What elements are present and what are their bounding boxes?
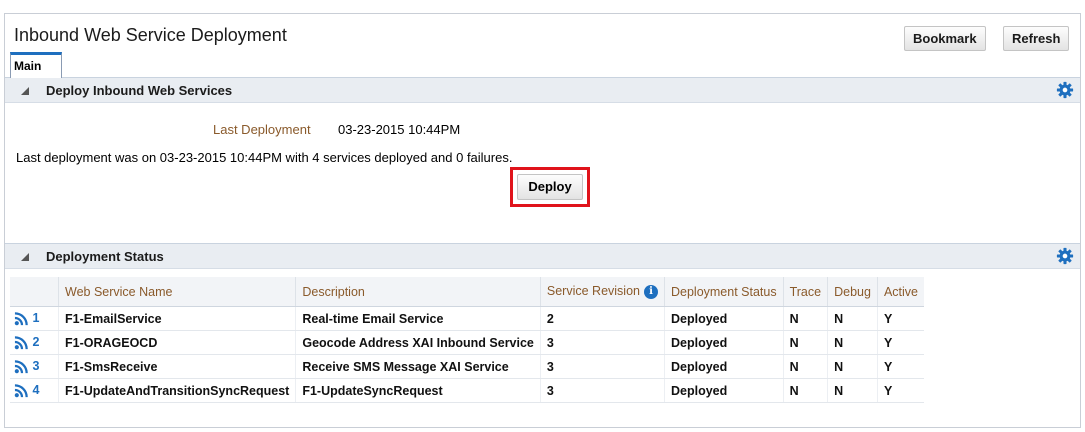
service-revision-cell: 3 — [539, 378, 665, 403]
deployment-status-cell: Deployed — [663, 330, 784, 355]
deployment-message: Last deployment was on 03-23-2015 10:44P… — [16, 150, 513, 165]
row-number: 3 — [32, 358, 40, 373]
web-service-name-cell: F1-ORAGEOCD — [57, 330, 296, 355]
description-cell: Geocode Address XAI Inbound Service — [295, 330, 541, 355]
gear-icon[interactable] — [1056, 81, 1074, 99]
debug-cell: N — [827, 330, 878, 355]
debug-cell: N — [827, 354, 878, 379]
deploy-highlight-box: Deploy — [510, 167, 590, 207]
column-header-debug[interactable]: Debug — [827, 277, 878, 307]
rss-feed-icon[interactable] — [14, 383, 29, 398]
last-deployment-label: Last Deployment — [213, 122, 311, 137]
tab-main[interactable]: Main — [10, 52, 62, 78]
gear-icon[interactable] — [1056, 247, 1074, 265]
web-service-name-cell: F1-UpdateAndTransitionSyncRequest — [57, 378, 296, 403]
row-number-cell[interactable]: 1 — [10, 306, 59, 331]
info-icon[interactable]: i — [643, 284, 658, 299]
table-row[interactable]: 1 F1-EmailService Real-time Email Servic… — [10, 306, 924, 331]
trace-cell: N — [782, 306, 828, 331]
column-header-active[interactable]: Active — [876, 277, 924, 307]
trace-cell: N — [782, 378, 828, 403]
collapse-triangle-icon[interactable] — [21, 253, 29, 261]
web-service-name-cell: F1-EmailService — [57, 306, 296, 331]
column-header-service-revision[interactable]: Service Revision i — [539, 277, 665, 307]
table-row[interactable]: 2 F1-ORAGEOCD Geocode Address XAI Inboun… — [10, 330, 924, 355]
deploy-section-title: Deploy Inbound Web Services — [46, 83, 233, 98]
service-revision-cell: 3 — [539, 354, 665, 379]
table-row[interactable]: 3 F1-SmsReceive Receive SMS Message XAI … — [10, 354, 924, 379]
table-row[interactable]: 4 F1-UpdateAndTransitionSyncRequest F1-U… — [10, 378, 924, 403]
active-cell: Y — [876, 306, 924, 331]
column-header-description[interactable]: Description — [295, 277, 541, 307]
column-header-web-service-name[interactable]: Web Service Name — [57, 277, 296, 307]
service-revision-label: Service Revision — [546, 284, 640, 299]
row-number: 4 — [32, 382, 40, 397]
deploy-section-header[interactable]: Deploy Inbound Web Services — [5, 77, 1080, 103]
deploy-button[interactable]: Deploy — [517, 174, 583, 200]
trace-cell: N — [782, 354, 828, 379]
trace-cell: N — [782, 330, 828, 355]
row-number: 1 — [32, 310, 40, 325]
description-cell: Real-time Email Service — [295, 306, 541, 331]
description-cell: Receive SMS Message XAI Service — [295, 354, 541, 379]
rss-feed-icon[interactable] — [14, 359, 29, 374]
row-number: 2 — [32, 334, 40, 349]
last-deployment-value: 03-23-2015 10:44PM — [338, 122, 461, 137]
column-header-trace[interactable]: Trace — [782, 277, 828, 307]
web-service-name-cell: F1-SmsReceive — [57, 354, 296, 379]
row-number-cell[interactable]: 4 — [10, 378, 59, 403]
active-cell: Y — [876, 330, 924, 355]
page-title: Inbound Web Service Deployment — [14, 25, 287, 45]
debug-cell: N — [827, 378, 878, 403]
row-number-cell[interactable]: 3 — [10, 354, 59, 379]
column-header-deployment-status[interactable]: Deployment Status — [663, 277, 784, 307]
deployment-status-cell: Deployed — [663, 378, 784, 403]
bookmark-button[interactable]: Bookmark — [904, 26, 986, 51]
table-header-row: Web Service Name Description Service Rev… — [10, 277, 924, 307]
rss-feed-icon[interactable] — [14, 311, 29, 326]
description-cell: F1-UpdateSyncRequest — [295, 378, 541, 403]
row-number-header — [10, 277, 59, 307]
status-section-title: Deployment Status — [46, 249, 164, 264]
rss-feed-icon[interactable] — [14, 335, 29, 350]
active-cell: Y — [876, 378, 924, 403]
active-cell: Y — [876, 354, 924, 379]
service-revision-cell: 3 — [539, 330, 665, 355]
deployment-status-cell: Deployed — [663, 354, 784, 379]
service-revision-cell: 2 — [539, 306, 665, 331]
status-section-header[interactable]: Deployment Status — [5, 243, 1080, 269]
collapse-triangle-icon[interactable] — [21, 87, 29, 95]
deployment-status-table: Web Service Name Description Service Rev… — [10, 277, 924, 403]
debug-cell: N — [827, 306, 878, 331]
row-number-cell[interactable]: 2 — [10, 330, 59, 355]
refresh-button[interactable]: Refresh — [1003, 26, 1070, 51]
deployment-status-cell: Deployed — [663, 306, 784, 331]
